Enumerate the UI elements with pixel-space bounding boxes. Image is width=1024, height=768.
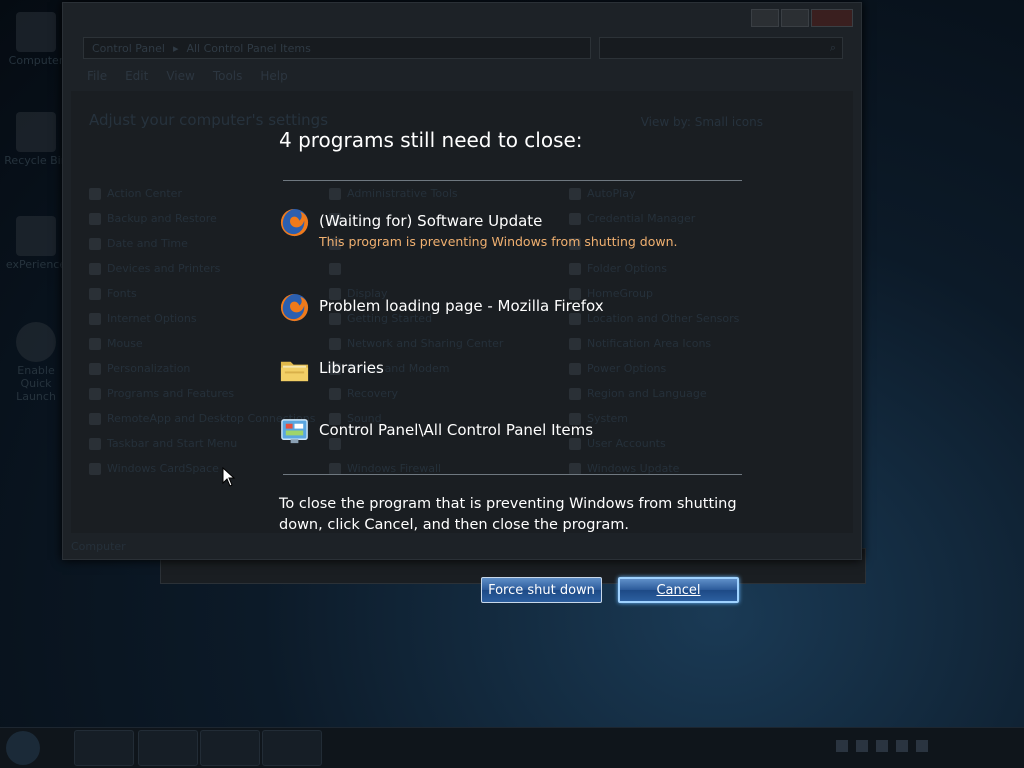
list-item[interactable]: Windows Update <box>569 456 739 481</box>
view-by-selector[interactable]: View by: Small icons <box>641 115 763 129</box>
list-item[interactable]: Windows Firewall <box>329 456 503 481</box>
desktop-icon-label: Recycle Bin <box>4 154 68 167</box>
list-item[interactable]: Windows CardSpace <box>89 456 315 481</box>
program-name: Problem loading page - Mozilla Firefox <box>319 297 604 315</box>
list-item[interactable]: System <box>569 406 739 431</box>
list-item[interactable]: Network and Sharing Center <box>329 331 503 356</box>
list-item[interactable]: Folder Options <box>569 256 739 281</box>
desktop-icon-label: exPerience <box>5 258 67 271</box>
folder-icon <box>280 361 309 382</box>
computer-icon <box>16 12 56 52</box>
start-button[interactable] <box>6 731 40 765</box>
taskbar-item-firefox[interactable] <box>74 730 134 766</box>
list-item[interactable]: Devices and Printers <box>89 256 315 281</box>
mouse-cursor-icon <box>222 467 236 487</box>
tray-icon[interactable] <box>856 740 868 752</box>
program-item: Control Panel\All Control Panel Items <box>279 416 593 447</box>
search-icon: ⌕ <box>829 41 836 54</box>
minimize-button[interactable] <box>751 9 779 27</box>
tray-icon[interactable] <box>836 740 848 752</box>
recycle-bin-icon <box>16 112 56 152</box>
address-bar[interactable]: Control Panel ▸ All Control Panel Items <box>83 37 591 59</box>
divider <box>283 474 742 475</box>
taskbar-item-control-panel[interactable] <box>262 730 322 766</box>
firefox-icon <box>280 293 309 322</box>
cancel-button[interactable]: Cancel <box>618 577 739 603</box>
volume-icon[interactable] <box>916 740 928 752</box>
program-item: Libraries <box>279 354 384 385</box>
address-row: Control Panel ▸ All Control Panel Items … <box>83 37 843 59</box>
list-item[interactable]: Power Options <box>569 356 739 381</box>
firefox-icon <box>280 208 309 237</box>
program-item: (Waiting for) Software Update This progr… <box>279 207 678 249</box>
list-item[interactable]: Administrative Tools <box>329 181 503 206</box>
menu-file[interactable]: File <box>87 69 107 83</box>
taskbar <box>0 727 1024 768</box>
menu-view[interactable]: View <box>166 69 194 83</box>
menu-help[interactable]: Help <box>260 69 287 83</box>
program-name: Control Panel\All Control Panel Items <box>319 421 594 439</box>
instruction-text: To close the program that is preventing … <box>279 496 737 533</box>
system-tray <box>836 740 928 752</box>
search-input[interactable]: ⌕ <box>599 37 843 59</box>
program-name: (Waiting for) Software Update <box>319 212 543 230</box>
desktop-icon-quick-launch[interactable]: Enable Quick Launch <box>4 322 68 403</box>
list-item[interactable]: Action Center <box>89 181 315 206</box>
close-button[interactable] <box>811 9 853 27</box>
program-item: Problem loading page - Mozilla Firefox <box>279 292 604 323</box>
list-item[interactable]: Region and Language <box>569 381 739 406</box>
dialog-title: 4 programs still need to close: <box>279 128 583 152</box>
network-icon[interactable] <box>896 740 908 752</box>
menu-bar: File Edit View Tools Help <box>87 69 288 83</box>
desktop-icon-experience[interactable]: exPerience <box>4 216 68 271</box>
shortcut-icon <box>16 322 56 362</box>
desktop-icon-label: Computer <box>8 54 64 67</box>
breadcrumb-item[interactable]: Control Panel <box>92 42 165 55</box>
breadcrumb-item[interactable]: All Control Panel Items <box>186 42 310 55</box>
window-controls <box>751 9 853 27</box>
list-item[interactable]: AutoPlay <box>569 181 739 206</box>
taskbar-item-firefox[interactable] <box>200 730 260 766</box>
list-item[interactable] <box>329 256 503 281</box>
desktop-icon-label: Enable Quick Launch <box>16 364 56 403</box>
chevron-right-icon: ▸ <box>172 41 179 55</box>
menu-edit[interactable]: Edit <box>125 69 148 83</box>
page-title: Adjust your computer's settings <box>89 111 329 129</box>
control-panel-icon <box>281 419 308 444</box>
flag-icon[interactable] <box>876 740 888 752</box>
maximize-button[interactable] <box>781 9 809 27</box>
list-item[interactable]: User Accounts <box>569 431 739 456</box>
menu-tools[interactable]: Tools <box>213 69 243 83</box>
force-shut-down-button[interactable]: Force shut down <box>481 577 602 603</box>
divider <box>283 180 742 181</box>
program-name: Libraries <box>319 359 384 377</box>
folder-icon <box>16 216 56 256</box>
control-panel-window: Control Panel ▸ All Control Panel Items … <box>62 2 862 560</box>
status-bar: Computer <box>71 540 126 553</box>
list-item[interactable]: Notification Area Icons <box>569 331 739 356</box>
desktop-icon-recycle-bin[interactable]: Recycle Bin <box>4 112 68 167</box>
desktop-icon-computer[interactable]: Computer <box>4 12 68 67</box>
list-item[interactable]: Mouse <box>89 331 315 356</box>
taskbar-item-explorer[interactable] <box>138 730 198 766</box>
blocking-warning: This program is preventing Windows from … <box>319 234 678 249</box>
